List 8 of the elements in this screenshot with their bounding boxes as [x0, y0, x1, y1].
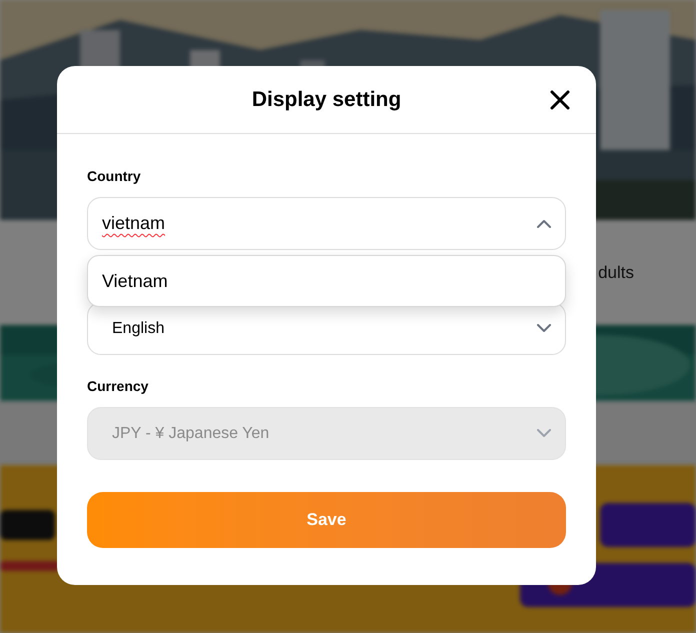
dialog-title: Display setting	[252, 86, 402, 113]
field-label: Currency	[87, 377, 150, 395]
close-icon	[550, 90, 570, 110]
search-hint: dults	[598, 262, 634, 284]
dropdown-option[interactable]: Vietnam	[88, 256, 565, 306]
select-field[interactable]: vietnam	[87, 197, 566, 250]
close-button[interactable]	[548, 88, 572, 112]
field-label: Country	[87, 167, 142, 185]
